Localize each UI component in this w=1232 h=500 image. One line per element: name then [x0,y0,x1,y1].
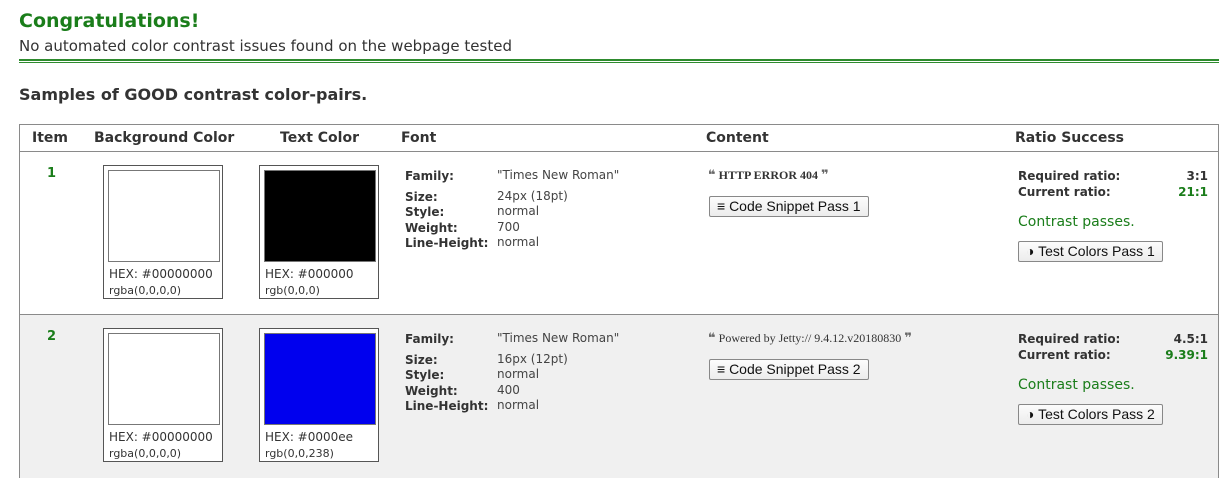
content-sample: ❝ HTTP ERROR 404 ❞ [708,168,829,183]
required-ratio-label: Required ratio: [1018,332,1121,346]
text-rgb: rgb(0,0,0) [265,284,320,297]
text-hex: HEX: #000000 [265,267,354,281]
background-color-sample: HEX: #00000000 rgba(0,0,0,0) [103,328,223,462]
contrast-status: Contrast passes. [1018,214,1135,230]
contrast-icon: ◑ [1026,406,1035,422]
col-background-color: Background Color [94,130,235,146]
congrats-title: Congratulations! [19,10,200,32]
col-ratio-success: Ratio Success [1015,130,1125,146]
style-value: normal [497,204,540,218]
col-text-color: Text Color [280,130,359,146]
congrats-subtitle: No automated color contrast issues found… [19,37,512,55]
text-color-sample: HEX: #000000 rgb(0,0,0) [259,165,379,299]
family-label: Family: [405,169,454,183]
text-swatch [264,170,376,262]
col-font: Font [401,130,437,146]
col-item: Item [32,130,68,146]
quote-close-icon: ❞ [821,168,829,183]
samples-title: Samples of GOOD contrast color-pairs. [19,85,368,104]
text-rgb: rgb(0,0,238) [265,447,334,460]
table-row: 1 HEX: #00000000 rgba(0,0,0,0) HEX: #000… [20,152,1218,315]
background-hex: HEX: #00000000 [109,267,213,281]
size-label: Size: [405,353,438,367]
line-height-label: Line-Height: [405,236,489,250]
samples-table: Item Background Color Text Color Font Co… [19,124,1219,478]
family-value: "Times New Roman" [497,168,620,182]
required-ratio-value: 3:1 [1186,169,1209,183]
line-height-value: normal [497,235,540,249]
style-value: normal [497,367,540,381]
background-rgb: rgba(0,0,0,0) [109,284,182,297]
current-ratio-value: 9.39:1 [1165,348,1208,362]
table-header: Item Background Color Text Color Font Co… [20,125,1218,152]
contrast-status: Contrast passes. [1018,377,1135,393]
required-ratio-value: 4.5:1 [1173,332,1208,346]
style-label: Style: [405,368,445,382]
required-ratio-label: Required ratio: [1018,169,1121,183]
quote-open-icon: ❝ [708,331,716,346]
snippet-icon: ≡ [717,361,726,377]
test-colors-button[interactable]: ◑ Test Colors Pass 2 [1018,404,1163,425]
content-text: HTTP ERROR 404 [718,168,818,182]
weight-label: Weight: [405,384,458,398]
snippet-icon: ≡ [717,198,726,214]
report-page: Congratulations! No automated color cont… [0,0,1232,500]
content-text: Powered by Jetty:// 9.4.12.v20180830 [718,331,902,345]
text-color-sample: HEX: #0000ee rgb(0,0,238) [259,328,379,462]
col-content: Content [706,130,769,146]
contrast-icon: ◑ [1026,243,1035,259]
content-sample: ❝ Powered by Jetty:// 9.4.12.v20180830 ❞ [708,331,912,346]
item-number: 2 [47,329,57,344]
background-rgb: rgba(0,0,0,0) [109,447,182,460]
code-snippet-label: Code Snippet Pass 1 [729,198,861,214]
code-snippet-button[interactable]: ≡ Code Snippet Pass 1 [709,196,869,217]
test-colors-button[interactable]: ◑ Test Colors Pass 1 [1018,241,1163,262]
table-row: 2 HEX: #00000000 rgba(0,0,0,0) HEX: #000… [20,315,1218,478]
weight-value: 700 [497,220,520,234]
test-colors-label: Test Colors Pass 1 [1038,243,1155,259]
text-swatch [264,333,376,425]
background-hex: HEX: #00000000 [109,430,213,444]
item-number: 1 [47,166,57,181]
background-swatch [108,333,220,425]
text-hex: HEX: #0000ee [265,430,354,444]
quote-close-icon: ❞ [904,331,912,346]
current-ratio-value: 21:1 [1178,185,1208,199]
header-divider [19,59,1219,63]
size-value: 16px (12pt) [497,352,568,366]
current-ratio-label: Current ratio: [1018,185,1111,199]
test-colors-label: Test Colors Pass 2 [1038,406,1155,422]
family-label: Family: [405,332,454,346]
background-color-sample: HEX: #00000000 rgba(0,0,0,0) [103,165,223,299]
weight-value: 400 [497,383,520,397]
current-ratio-label: Current ratio: [1018,348,1111,362]
line-height-label: Line-Height: [405,399,489,413]
family-value: "Times New Roman" [497,331,620,345]
quote-open-icon: ❝ [708,168,716,183]
size-value: 24px (18pt) [497,189,568,203]
size-label: Size: [405,190,438,204]
style-label: Style: [405,205,445,219]
line-height-value: normal [497,398,540,412]
weight-label: Weight: [405,221,458,235]
code-snippet-button[interactable]: ≡ Code Snippet Pass 2 [709,359,869,380]
code-snippet-label: Code Snippet Pass 2 [729,361,861,377]
background-swatch [108,170,220,262]
